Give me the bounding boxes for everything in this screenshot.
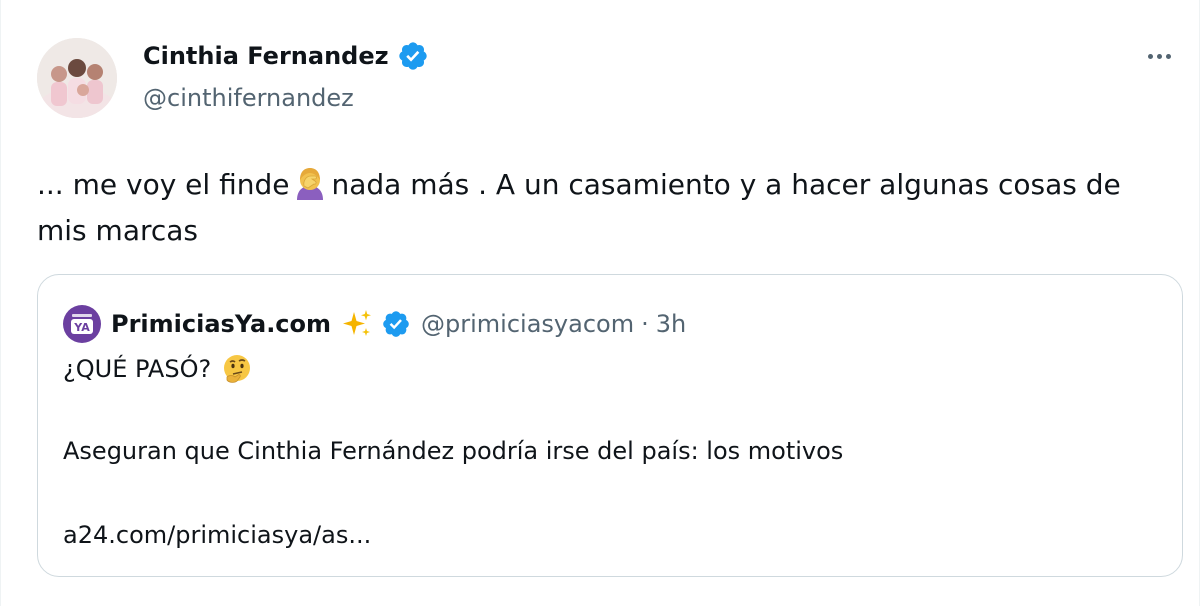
dot-icon — [1147, 53, 1153, 59]
quoted-tweet-time[interactable]: 3h — [656, 310, 686, 338]
verified-badge-icon[interactable] — [381, 309, 411, 339]
quoted-tweet-header: YA PrimiciasYa.com @primiciasyacom · 3h — [63, 305, 686, 343]
author-handle[interactable]: @cinthifernandez — [143, 84, 354, 112]
thinking-face-icon — [224, 355, 251, 383]
separator-dot: · — [641, 310, 649, 338]
author-name-row[interactable]: Cinthia Fernandez — [143, 40, 429, 72]
quoted-tweet-headline: ¿QUÉ PASÓ? — [63, 355, 212, 383]
quoted-tweet-link[interactable]: a24.com/primiciasya/as... — [63, 521, 371, 549]
quoted-tweet-line2: Aseguran que Cinthia Fernández podría ir… — [63, 437, 844, 465]
author-avatar[interactable] — [37, 38, 117, 118]
dot-icon — [1156, 53, 1162, 59]
tweet-card: Cinthia Fernandez @cinthifernandez ... m… — [0, 0, 1200, 606]
verified-badge-icon[interactable] — [397, 40, 429, 72]
tweet-text-part1: ... me voy el finde — [37, 168, 290, 201]
author-name[interactable]: Cinthia Fernandez — [143, 42, 389, 70]
sparkles-icon — [343, 310, 372, 336]
primiciasya-logo-icon[interactable]: YA — [63, 305, 101, 343]
dot-icon — [1165, 53, 1171, 59]
logo-text: YA — [73, 321, 90, 334]
tweet-text: ... me voy el finde nada más . A un casa… — [37, 162, 1177, 254]
woman-facepalming-icon — [293, 166, 327, 200]
quoted-account-handle[interactable]: @primiciasyacom — [421, 310, 634, 338]
quoted-tweet-line1: ¿QUÉ PASÓ? — [63, 353, 253, 385]
more-options-button[interactable] — [1141, 42, 1177, 70]
avatar-photo — [37, 38, 117, 118]
quoted-tweet-card[interactable]: YA PrimiciasYa.com @primiciasyacom · 3h … — [37, 274, 1183, 577]
quoted-account-name[interactable]: PrimiciasYa.com — [111, 310, 331, 338]
